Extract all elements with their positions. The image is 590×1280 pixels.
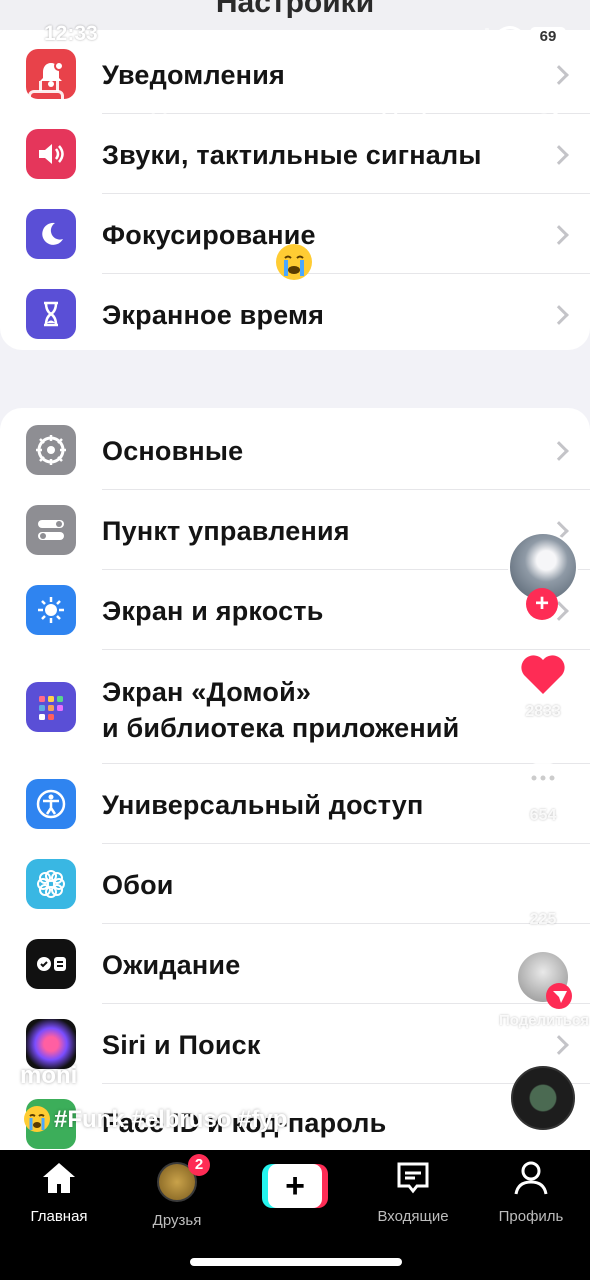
chevron-right-icon xyxy=(549,225,569,245)
create-button[interactable]: + xyxy=(262,1164,328,1208)
toggles-icon xyxy=(26,505,76,555)
nav-inbox[interactable]: Входящие xyxy=(354,1158,472,1225)
settings-label: Экранное время xyxy=(102,300,325,330)
follow-button[interactable]: + xyxy=(526,588,558,620)
tab-for-you[interactable]: Рекомендации xyxy=(282,90,455,118)
nav-profile-label: Профиль xyxy=(498,1208,564,1225)
settings-label: Ожидание xyxy=(102,950,241,980)
like-button[interactable]: 2833 xyxy=(500,652,586,721)
friends-avatar-icon xyxy=(118,1162,236,1206)
flower-icon xyxy=(26,859,76,909)
moon-icon xyxy=(26,209,76,259)
home-icon xyxy=(0,1158,118,1202)
standby-icon xyxy=(26,939,76,989)
home-indicator[interactable] xyxy=(190,1258,402,1266)
tab-following[interactable]: Подписки xyxy=(120,90,236,118)
nav-home[interactable]: Главная xyxy=(0,1158,118,1225)
nav-friends-label: Друзья xyxy=(152,1212,202,1229)
like-count: 2833 xyxy=(525,703,561,720)
video-caption[interactable]: #Funk #elbruso #fyp xyxy=(54,1106,287,1134)
signal-icon xyxy=(464,28,489,43)
settings-row-standby: Ожидание xyxy=(0,924,590,1004)
app-grid-icon xyxy=(26,682,76,732)
sun-icon xyxy=(26,585,76,635)
nav-home-label: Главная xyxy=(30,1208,88,1225)
plus-icon: + xyxy=(268,1164,322,1208)
share-label: Поделиться xyxy=(498,1012,590,1029)
settings-row-display: Экран и яркость xyxy=(0,570,590,650)
gear-icon xyxy=(26,425,76,475)
save-count: 225 xyxy=(529,911,557,928)
settings-label: Обои xyxy=(102,870,174,900)
settings-row-control-center: Пункт управления xyxy=(0,490,590,570)
settings-group-notifications: Уведомления Звуки, тактильные сигналы Фо… xyxy=(0,30,590,350)
profile-icon xyxy=(472,1158,590,1202)
nav-friends[interactable]: Друзья xyxy=(118,1158,236,1229)
settings-row-screen-time: Экранное время xyxy=(0,274,590,354)
accessibility-icon xyxy=(26,779,76,829)
status-time: 12:33 xyxy=(44,22,98,45)
search-icon[interactable] xyxy=(530,88,564,127)
active-tab-indicator xyxy=(358,128,398,131)
status-bar: 12:33 69 xyxy=(0,0,590,52)
chevron-right-icon xyxy=(549,441,569,461)
comment-icon xyxy=(523,762,563,798)
heart-icon xyxy=(521,655,565,694)
settings-label: Пункт управления xyxy=(102,516,350,546)
comment-button[interactable]: 654 xyxy=(500,758,586,825)
settings-label-line1: Экран «Домой» xyxy=(102,677,312,707)
hourglass-icon xyxy=(26,289,76,339)
settings-label: Siri и Поиск xyxy=(102,1030,261,1060)
inbox-icon xyxy=(354,1158,472,1202)
author-name[interactable]: moni xyxy=(20,1062,77,1090)
settings-label: Экран и яркость xyxy=(102,596,324,626)
chevron-right-icon xyxy=(549,305,569,325)
settings-label: Звуки, тактильные сигналы xyxy=(102,140,482,170)
settings-label: Основные xyxy=(102,436,244,466)
bookmark-icon xyxy=(529,866,557,900)
save-button[interactable]: 225 xyxy=(500,862,586,929)
settings-label: Экран «Домой» и библиотека приложений xyxy=(102,674,459,746)
friends-badge: 2 xyxy=(188,1154,210,1176)
top-tabs: Подписки Рекомендации xyxy=(0,84,590,134)
wifi-icon xyxy=(497,25,523,50)
settings-label: Универсальный доступ xyxy=(102,790,424,820)
nav-profile[interactable]: Профиль xyxy=(472,1158,590,1225)
live-tv-icon[interactable] xyxy=(28,90,64,120)
settings-label-line2: и библиотека приложений xyxy=(102,713,460,743)
nav-inbox-label: Входящие xyxy=(377,1208,449,1225)
music-disc[interactable] xyxy=(511,1066,575,1130)
share-icon[interactable] xyxy=(546,983,572,1009)
video-player[interactable]: Настройки Уведомления Звуки, тактильные … xyxy=(0,0,590,1150)
crying-emoji-sticker xyxy=(274,242,314,282)
crying-emoji-icon xyxy=(22,1104,52,1134)
chevron-right-icon xyxy=(549,65,569,85)
settings-row-general: Основные xyxy=(0,410,590,490)
chevron-right-icon xyxy=(549,145,569,165)
comment-count: 654 xyxy=(529,807,557,824)
share-label-wrap[interactable]: Поделиться xyxy=(484,1010,590,1029)
battery-indicator: 69 xyxy=(530,27,566,46)
chevron-right-icon xyxy=(549,1035,569,1055)
speaker-icon xyxy=(26,129,76,179)
